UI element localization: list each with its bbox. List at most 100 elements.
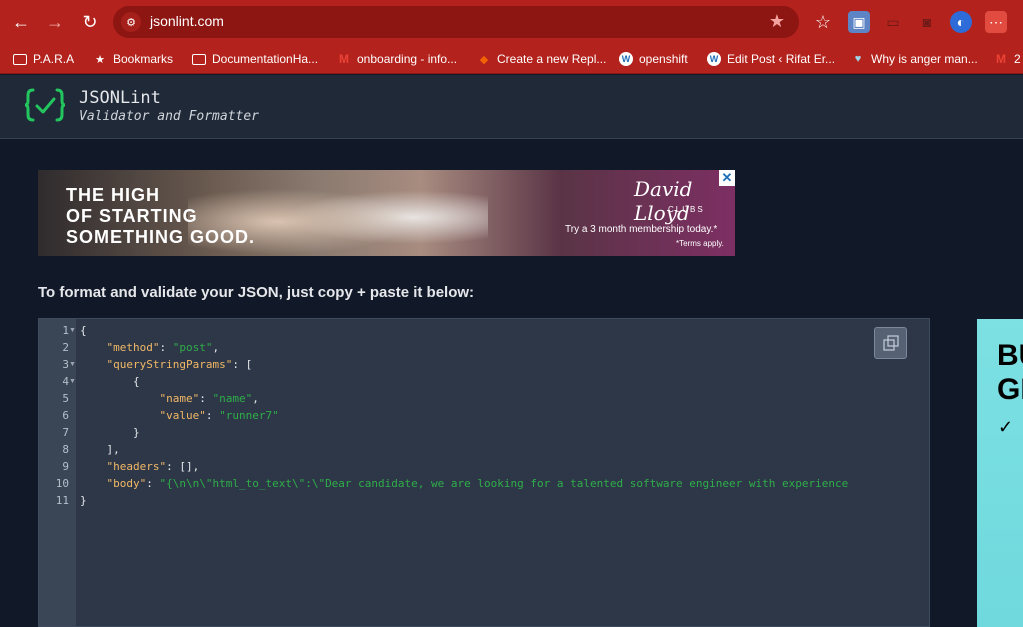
bookmark-item[interactable]: DocumentationHa... bbox=[192, 50, 318, 68]
fold-arrow-icon[interactable]: ▼ bbox=[69, 322, 76, 339]
code-punct: ], bbox=[106, 443, 120, 456]
line-number: 9 bbox=[62, 460, 69, 473]
back-arrow-icon[interactable]: ← bbox=[8, 9, 34, 35]
code-punct: { bbox=[80, 324, 87, 337]
line-number: 2 bbox=[62, 341, 69, 354]
bookmark-label: Bookmarks bbox=[113, 52, 174, 66]
side-ad-line: GI bbox=[997, 373, 1023, 406]
folder-icon bbox=[13, 53, 27, 65]
code-string: "name" bbox=[212, 392, 253, 405]
side-ad-line: BU bbox=[997, 339, 1023, 372]
bookmark-label: Why is anger man... bbox=[871, 52, 978, 66]
extension-screen-icon[interactable]: ▭ bbox=[882, 11, 904, 33]
bookmarks-bar: P.A.R.A ★ Bookmarks DocumentationHa... M… bbox=[0, 44, 1023, 74]
code-line: "value": "runner7" bbox=[159, 409, 279, 422]
code-string: "{\n\n\"html_to_text\":\"Dear candidate,… bbox=[159, 477, 849, 490]
side-ad-text: BU GI bbox=[997, 339, 1023, 407]
bookmark-label: Edit Post ‹ Rifat Er... bbox=[727, 52, 836, 66]
code-line: "headers": [], bbox=[80, 458, 200, 475]
line-number: 8 bbox=[62, 443, 69, 456]
line-number: 6 bbox=[62, 409, 69, 422]
site-header: JSONLint Validator and Formatter bbox=[0, 75, 1023, 139]
bookmark-item[interactable]: M 2 bbox=[994, 50, 1021, 68]
json-editor[interactable]: 1 ▼ 2 3 ▼ 4 ▼ 5 6 7 8 9 10 11 { "method"… bbox=[38, 318, 930, 627]
line-number: 3 bbox=[62, 358, 69, 371]
code-line: "body": "{\n\n\"html_to_text\":\"Dear ca… bbox=[106, 477, 849, 490]
code-punct: : [], bbox=[166, 460, 200, 473]
folder-icon bbox=[192, 53, 206, 65]
site-settings-icon[interactable]: ⚙ bbox=[121, 12, 141, 32]
code-key: "queryStringParams" bbox=[106, 358, 233, 371]
bookmark-label: P.A.R.A bbox=[33, 52, 75, 66]
bookmark-item[interactable]: ♥ Why is anger man... bbox=[851, 50, 978, 68]
ad-headline-line: THE HIGH bbox=[66, 185, 161, 205]
code-line: } bbox=[80, 424, 140, 441]
bookmark-label: Create a new Repl... bbox=[497, 52, 607, 66]
copy-icon bbox=[882, 335, 899, 351]
extension-menu-icon[interactable]: ⋯ bbox=[985, 11, 1007, 33]
line-number: 11 bbox=[55, 494, 69, 507]
bookmark-item[interactable]: ★ Bookmarks bbox=[93, 50, 173, 68]
code-line: ], bbox=[80, 441, 120, 458]
browser-toolbar: ← → ↻ ⚙ jsonlint.com ★ ☆ ▣ ▭ ◙ ◐ ⋯ bbox=[0, 0, 1023, 44]
ad-cta: Try a 3 month membership today.* bbox=[565, 224, 718, 235]
url-text: jsonlint.com bbox=[150, 13, 224, 29]
site-title[interactable]: JSONLint bbox=[79, 88, 161, 108]
bookmark-item[interactable]: W Edit Post ‹ Rifat Er... bbox=[707, 50, 835, 68]
copy-button[interactable] bbox=[874, 327, 907, 359]
code-punct: { bbox=[132, 375, 140, 388]
intro-text: To format and validate your JSON, just c… bbox=[38, 284, 475, 301]
bookmark-label: 2 bbox=[1014, 52, 1021, 66]
fold-arrow-icon[interactable]: ▼ bbox=[69, 373, 76, 390]
code-key: "value" bbox=[159, 409, 206, 422]
extension-camera-icon[interactable]: ◙ bbox=[916, 11, 938, 33]
code-string: "post" bbox=[172, 341, 213, 354]
jsonlint-logo-icon[interactable] bbox=[24, 87, 66, 123]
heart-icon: ♥ bbox=[854, 53, 862, 65]
bookmark-label: onboarding - info... bbox=[357, 52, 458, 66]
code-string: "runner7" bbox=[219, 409, 279, 422]
bookmark-item[interactable]: ◆ Create a new Repl... bbox=[477, 50, 607, 68]
code-line: "method": "post", bbox=[106, 341, 220, 354]
line-number: 1 bbox=[62, 324, 69, 337]
code-key: "body" bbox=[106, 477, 147, 490]
reload-icon[interactable]: ↻ bbox=[77, 9, 103, 35]
ad-close-icon[interactable]: ✕ bbox=[719, 170, 735, 186]
wordpress-icon: W bbox=[619, 52, 633, 66]
gmail-icon: M bbox=[996, 52, 1006, 66]
ad-brand-sub: CLUBS bbox=[668, 205, 705, 214]
ad-headline: THE HIGH OF STARTING SOMETHING GOOD. bbox=[66, 185, 255, 248]
code-line: } bbox=[80, 492, 87, 509]
line-number: 5 bbox=[62, 392, 69, 405]
code-line: { bbox=[80, 373, 140, 390]
fold-arrow-icon[interactable]: ▼ bbox=[69, 356, 76, 373]
bookmark-label: openshift bbox=[639, 52, 688, 66]
site-subtitle: Validator and Formatter bbox=[79, 109, 260, 124]
code-punct: } bbox=[132, 426, 140, 439]
code-punct: } bbox=[80, 494, 87, 507]
address-bar[interactable]: ⚙ jsonlint.com ★ bbox=[113, 6, 799, 38]
code-line: "queryStringParams": [ bbox=[80, 356, 253, 373]
bookmark-star-icon[interactable]: ★ bbox=[769, 11, 785, 32]
ad-headline-line: SOMETHING GOOD. bbox=[66, 227, 256, 247]
bookmark-item[interactable]: M onboarding - info... bbox=[337, 50, 457, 68]
advertisement-banner[interactable]: THE HIGH OF STARTING SOMETHING GOOD. Dav… bbox=[38, 170, 735, 256]
code-line: { bbox=[80, 322, 87, 339]
bookmark-item[interactable]: P.A.R.A bbox=[13, 50, 74, 68]
bookmark-label: DocumentationHa... bbox=[212, 52, 319, 66]
code-key: "method" bbox=[106, 341, 160, 354]
bookmark-outline-icon[interactable]: ☆ bbox=[812, 11, 834, 33]
extension-translate-icon[interactable]: ▣ bbox=[848, 11, 870, 33]
extension-circle-icon[interactable]: ◐ bbox=[950, 11, 972, 33]
bookmark-item[interactable]: W openshift bbox=[619, 50, 688, 68]
wordpress-icon: W bbox=[707, 52, 721, 66]
star-icon: ★ bbox=[95, 53, 105, 66]
forward-arrow-icon[interactable]: → bbox=[42, 9, 68, 35]
code-key: "name" bbox=[159, 392, 200, 405]
side-advertisement[interactable]: BU GI ✓ bbox=[977, 319, 1023, 627]
code-line: "name": "name", bbox=[159, 392, 259, 405]
line-number: 7 bbox=[62, 426, 69, 439]
gmail-icon: M bbox=[339, 52, 349, 66]
ad-headline-line: OF STARTING bbox=[66, 206, 198, 226]
line-number: 4 bbox=[62, 375, 69, 388]
